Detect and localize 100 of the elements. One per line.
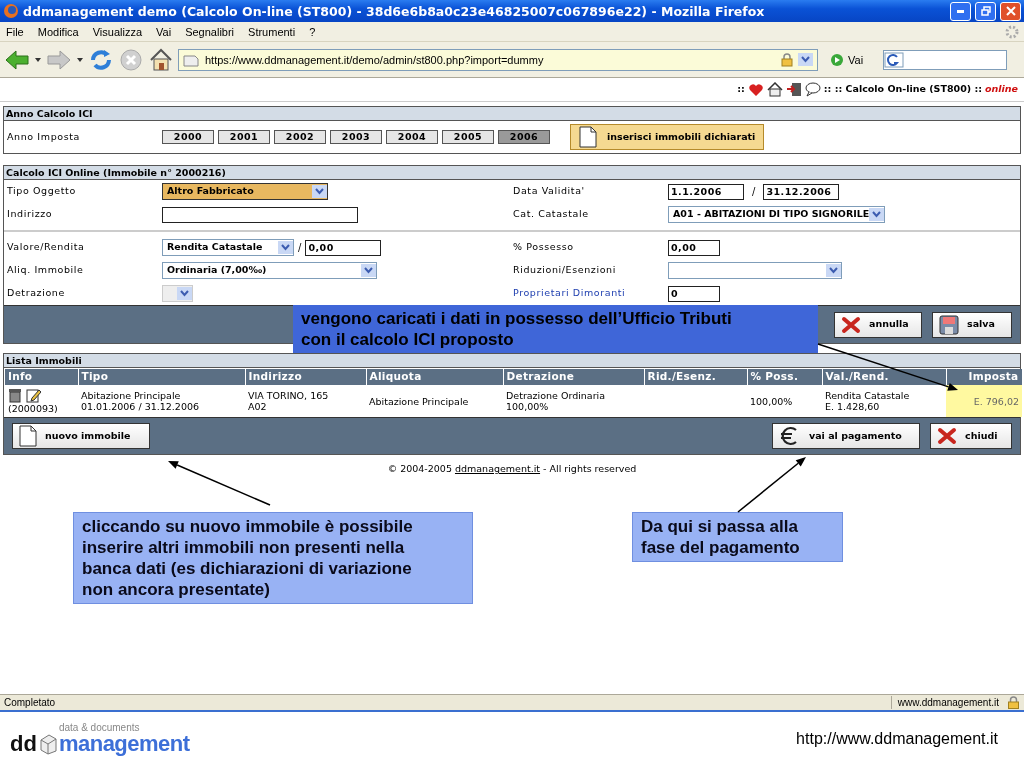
column-header: Aliquota	[366, 369, 503, 385]
window-title: ddmanagement demo (Calcolo On-line (ST800) - 38d6e6b8a0c23e46825007c067896e22) - Mozilla Firefox	[23, 3, 765, 19]
close-button[interactable]	[1000, 1, 1021, 21]
search-field[interactable]	[883, 49, 1008, 70]
heart-icon[interactable]	[747, 82, 764, 97]
field-label: Riduzioni/Esenzioni	[513, 263, 617, 278]
table-cell-text: VIA TORINO, 165 A02	[248, 390, 330, 412]
site-link[interactable]: ddmanagement.it	[454, 463, 541, 474]
restore-button[interactable]	[975, 1, 996, 21]
home-icon[interactable]	[766, 82, 783, 97]
status-text: Completato	[4, 697, 56, 708]
arrow	[737, 457, 806, 513]
year-button[interactable]: 2003	[330, 130, 382, 144]
callout-text: cliccando su nuovo immobile è possibile inserire altri immobili non presenti nella banca dati (es dichiarazioni di variazione non ancora presentate)	[73, 512, 473, 604]
url-text: https://www.ddmanagement.it/demo/admin/st800.php?import=dummy	[205, 53, 544, 66]
new-property-button[interactable]: nuovo immobile	[12, 423, 150, 449]
page-icon	[183, 52, 199, 67]
menu-item[interactable]: Strumenti	[248, 25, 296, 38]
menu-item[interactable]: Visualizza	[92, 25, 143, 38]
go-button[interactable]: Vai	[830, 52, 864, 67]
field-label: Anno Imposta	[7, 129, 81, 144]
minimize-button[interactable]	[950, 1, 971, 21]
dropdown[interactable]: Rendita Catastale	[162, 239, 294, 256]
back-icon[interactable]	[4, 47, 30, 72]
chevron-icon	[826, 264, 841, 277]
year-button[interactable]: 2002	[274, 130, 326, 144]
separator-text: /	[752, 185, 756, 199]
input-field[interactable]	[162, 206, 358, 223]
table-cell-text: Detrazione Ordinaria 100,00%	[506, 390, 607, 412]
dropdown[interactable]: Altro Fabbricato	[162, 183, 328, 200]
caret-icon[interactable]	[76, 56, 84, 63]
year-button[interactable]: 2001	[218, 130, 270, 144]
input-field[interactable]: 0,00	[668, 239, 720, 256]
year-button[interactable]: 2005	[442, 130, 494, 144]
trash-icon[interactable]	[8, 388, 22, 403]
home-icon[interactable]	[148, 46, 174, 73]
chevron-icon	[177, 287, 192, 300]
field-label: Detrazione	[7, 286, 66, 301]
separator-text: ::	[737, 82, 745, 97]
dropdown[interactable]	[668, 262, 842, 279]
speech-bubble-icon[interactable]	[804, 82, 821, 97]
logo-text: management	[58, 733, 190, 755]
column-header: Imposta	[946, 369, 1022, 385]
menu-item[interactable]: ?	[309, 25, 316, 38]
menu-item[interactable]: File	[6, 25, 24, 38]
column-header: Detrazione	[503, 369, 644, 385]
table-cell-text: Abitazione Principale 01.01.2006 / 31.12.2006	[81, 390, 201, 412]
close-icon	[841, 315, 861, 334]
restore-icon	[980, 6, 991, 16]
close-icon	[937, 427, 957, 445]
field-label: Indirizzo	[7, 207, 54, 222]
field-label: Valore/Rendita	[7, 240, 86, 255]
floppy-icon	[939, 314, 959, 335]
column-header: Val./Rend.	[822, 369, 946, 385]
table-cell-text: Rendita Catastale E. 1.428,60	[825, 390, 911, 412]
lock-icon	[1007, 696, 1020, 709]
field-label: % Possesso	[513, 240, 575, 255]
browser-icon	[3, 3, 19, 19]
menu-item[interactable]: Modifica	[37, 25, 79, 38]
table-cell-text: 100,00%	[750, 395, 794, 407]
date-field[interactable]: 31.12.2006	[763, 183, 840, 200]
field-label: Cat. Catastale	[513, 207, 590, 222]
address-bar[interactable]: https://www.ddmanagement.it/demo/admin/st800.php?import=dummy	[178, 48, 818, 71]
caret-icon[interactable]	[34, 56, 42, 63]
chevron-icon	[312, 185, 327, 198]
lock-icon	[780, 52, 794, 67]
payment-button[interactable]: vai al pagamento	[772, 423, 920, 449]
logo-tagline: data & documents	[58, 723, 141, 733]
chevron-icon	[361, 264, 376, 277]
column-header: % Poss.	[747, 369, 822, 385]
year-button[interactable]: 2000	[162, 130, 214, 144]
field-label: Data Validita'	[513, 184, 586, 199]
year-button[interactable]: 2006	[498, 130, 550, 144]
field-label: Aliq. Immobile	[7, 263, 85, 278]
panel-title: Calcolo ICI Online (Immobile n° 2000216)	[4, 166, 1020, 180]
edit-icon[interactable]	[26, 388, 41, 403]
search-engine-icon	[884, 51, 905, 68]
chevron-icon	[798, 52, 813, 66]
box-icon	[38, 733, 57, 755]
breadcrumb-text: :: :: Calcolo On-line (ST800) ::	[823, 82, 982, 97]
save-button[interactable]: salva	[932, 311, 1012, 338]
close-button[interactable]: chiudi	[930, 423, 1012, 449]
menu-item[interactable]: Vai	[156, 25, 172, 38]
field-label: Proprietari Dimoranti	[513, 286, 627, 301]
year-button[interactable]: 2004	[386, 130, 438, 144]
dropdown[interactable]: Ordinaria (7,00‰)	[162, 262, 377, 279]
field-label: Tipo Oggetto	[7, 184, 77, 199]
exit-icon[interactable]	[785, 82, 802, 97]
callout-text: vengono caricati i dati in possesso dell’Ufficio Tributi con il calcolo ICI proposto	[293, 305, 818, 353]
date-field[interactable]: 1.1.2006	[668, 183, 744, 200]
cancel-button[interactable]: annulla	[834, 311, 922, 338]
add-properties-button[interactable]: inserisci immobili dichiarati	[570, 124, 765, 150]
chevron-icon	[869, 208, 885, 221]
close-icon	[1005, 6, 1016, 16]
input-field[interactable]: 0,00	[305, 239, 382, 256]
dropdown[interactable]: A01 - ABITAZIONI DI TIPO SIGNORILE	[668, 206, 886, 223]
input-field[interactable]: 0	[668, 285, 720, 302]
table-cell-text: (2000093)	[8, 403, 59, 414]
callout-text: Da qui si passa alla fase del pagamento	[632, 512, 843, 562]
menu-item[interactable]: Segnalibri	[185, 25, 235, 38]
